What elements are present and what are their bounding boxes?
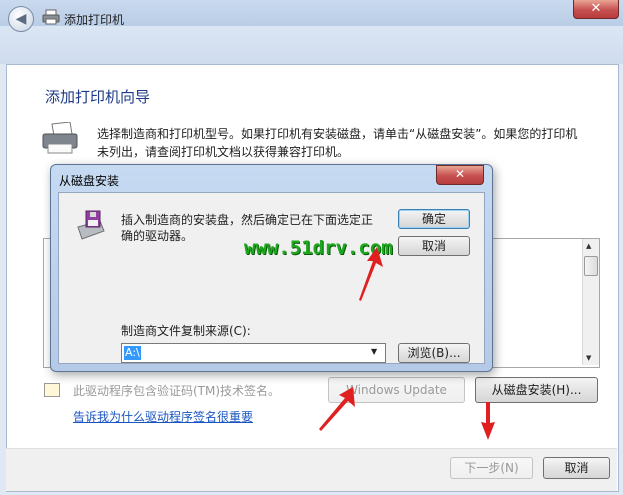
- scroll-down-icon[interactable]: ▼: [586, 354, 591, 362]
- next-button[interactable]: 下一步(N): [450, 457, 533, 479]
- signature-info-link[interactable]: 告诉我为什么驱动程序签名很重要: [73, 408, 253, 425]
- back-button[interactable]: ◀: [8, 6, 34, 32]
- dialog-title: 从磁盘安装: [59, 174, 120, 188]
- wizard-heading: 添加打印机向导: [45, 88, 151, 106]
- source-label: 制造商文件复制来源(C):: [121, 324, 251, 338]
- close-icon: ✕: [454, 167, 466, 181]
- certificate-icon: [44, 383, 60, 397]
- annotation-arrow: [359, 247, 383, 301]
- dialog-message: 确的驱动器。: [121, 229, 194, 243]
- back-arrow-icon: ◀: [15, 11, 27, 27]
- nav-title: 添加打印机: [64, 13, 125, 27]
- printer-icon: [42, 122, 78, 154]
- scroll-thumb[interactable]: [584, 256, 598, 276]
- signature-status-text: 此驱动程序包含验证码(TM)技术签名。: [73, 384, 281, 398]
- ok-button[interactable]: 确定: [398, 209, 470, 229]
- printer-icon: [42, 9, 60, 25]
- instruction-text: 未列出，请查阅打印机文档以获得兼容打印机。: [97, 145, 350, 159]
- close-icon: ✕: [590, 1, 602, 16]
- scroll-up-icon[interactable]: ▲: [586, 242, 591, 250]
- annotation-arrow: [481, 402, 495, 440]
- dialog-message: 插入制造商的安装盘，然后确定已在下面选定正: [121, 213, 374, 227]
- cancel-button[interactable]: 取消: [543, 457, 610, 479]
- window-close-button[interactable]: ✕: [573, 0, 619, 19]
- annotation-arrow: [319, 387, 355, 431]
- dialog-cancel-button[interactable]: 取消: [398, 236, 470, 256]
- browse-button[interactable]: 浏览(B)...: [398, 343, 470, 363]
- instruction-text: 选择制造商和打印机型号。如果打印机有安装磁盘，请单击“从磁盘安装”。如果您的打印…: [97, 127, 578, 141]
- nav-bar: [0, 26, 623, 64]
- source-path-combobox[interactable]: [121, 343, 386, 363]
- floppy-disk-icon: [77, 210, 105, 240]
- source-path-value[interactable]: A:\: [124, 346, 141, 360]
- dialog-close-button[interactable]: ✕: [436, 165, 484, 185]
- dropdown-arrow-icon[interactable]: ▼: [371, 347, 377, 356]
